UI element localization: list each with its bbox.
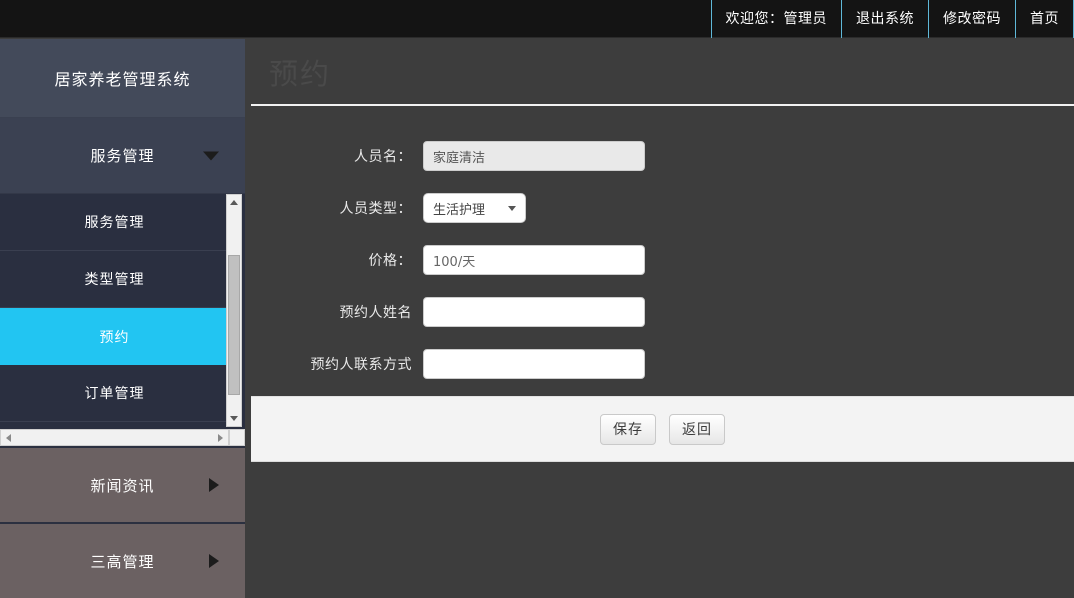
label-staff-type: 人员类型： [251,198,423,218]
label-staff-name: 人员名： [251,146,423,166]
topnav-home[interactable]: 首页 [1015,0,1074,38]
vertical-scrollbar-thumb[interactable] [228,255,240,395]
sidebar-group-label-service: 服务管理 [90,145,154,166]
form-row-staff-name: 人员名： [251,130,1074,182]
sidebar-item-order-management[interactable]: 订单管理 [0,365,229,422]
sidebar-submenu-list: 服务管理 类型管理 预约 订单管理 [0,194,229,427]
label-booker-name: 预约人姓名 [251,302,423,322]
sidebar: 居家养老管理系统 服务管理 服务管理 类型管理 预约 订单管理 [0,39,245,591]
topnav-change-password[interactable]: 修改密码 [928,0,1015,38]
sidebar-group-label-news: 新闻资讯 [90,475,154,496]
scroll-left-arrow-icon[interactable] [1,430,16,445]
scroll-up-arrow-icon[interactable] [227,195,241,210]
sidebar-item-label-type-management: 类型管理 [85,269,145,289]
sidebar-submenu-container: 服务管理 类型管理 预约 订单管理 [0,194,245,446]
sidebar-item-service-management[interactable]: 服务管理 [0,194,229,251]
staff-type-selected-value: 生活护理 [433,199,485,218]
price-input[interactable] [423,245,645,275]
form-action-bar: 保存 返回 [251,396,1074,462]
chevron-right-icon [209,554,219,568]
back-button[interactable]: 返回 [669,414,725,445]
top-bar: 欢迎您：管理员 退出系统 修改密码 首页 [0,0,1074,38]
form-row-staff-type: 人员类型： 生活护理 [251,182,1074,234]
sidebar-item-label-appointment: 预约 [100,327,130,347]
top-navigation: 欢迎您：管理员 退出系统 修改密码 首页 [711,0,1074,38]
page-title: 预约 [251,39,1074,106]
scroll-right-arrow-icon[interactable] [213,430,228,445]
chevron-right-icon [209,478,219,492]
sidebar-group-label-three-highs: 三高管理 [90,551,154,572]
sidebar-group-three-highs[interactable]: 三高管理 [0,522,245,598]
staff-name-input[interactable] [423,141,645,171]
chevron-down-icon [203,151,219,160]
topnav-logout[interactable]: 退出系统 [841,0,928,38]
submenu-vertical-scrollbar[interactable] [226,194,242,427]
sidebar-group-news[interactable]: 新闻资讯 [0,446,245,522]
scrollbar-corner [229,429,245,446]
form-row-booker-contact: 预约人联系方式 [251,338,1074,390]
booker-name-input[interactable] [423,297,645,327]
chevron-down-icon [508,206,516,211]
sidebar-group-service-management[interactable]: 服务管理 [0,118,245,194]
sidebar-item-type-management[interactable]: 类型管理 [0,251,229,308]
app-brand-title: 居家养老管理系统 [0,39,245,118]
sidebar-item-appointment[interactable]: 预约 [0,308,229,365]
booker-contact-input[interactable] [423,349,645,379]
main-content: 预约 人员名： 人员类型： 生活护理 价格： 预约人姓名 预约人联系方式 保存 [251,39,1074,591]
submenu-horizontal-scrollbar[interactable] [0,429,229,446]
topnav-welcome-admin[interactable]: 欢迎您：管理员 [711,0,842,38]
save-button[interactable]: 保存 [600,414,656,445]
scroll-down-arrow-icon[interactable] [227,411,241,426]
sidebar-item-label-service-management: 服务管理 [85,212,145,232]
label-price: 价格： [251,250,423,270]
label-booker-contact: 预约人联系方式 [251,354,423,374]
staff-type-select[interactable]: 生活护理 [423,193,526,223]
sidebar-item-label-order-management: 订单管理 [85,383,145,403]
form-row-price: 价格： [251,234,1074,286]
form-row-booker-name: 预约人姓名 [251,286,1074,338]
appointment-form: 人员名： 人员类型： 生活护理 价格： 预约人姓名 预约人联系方式 [251,106,1074,396]
